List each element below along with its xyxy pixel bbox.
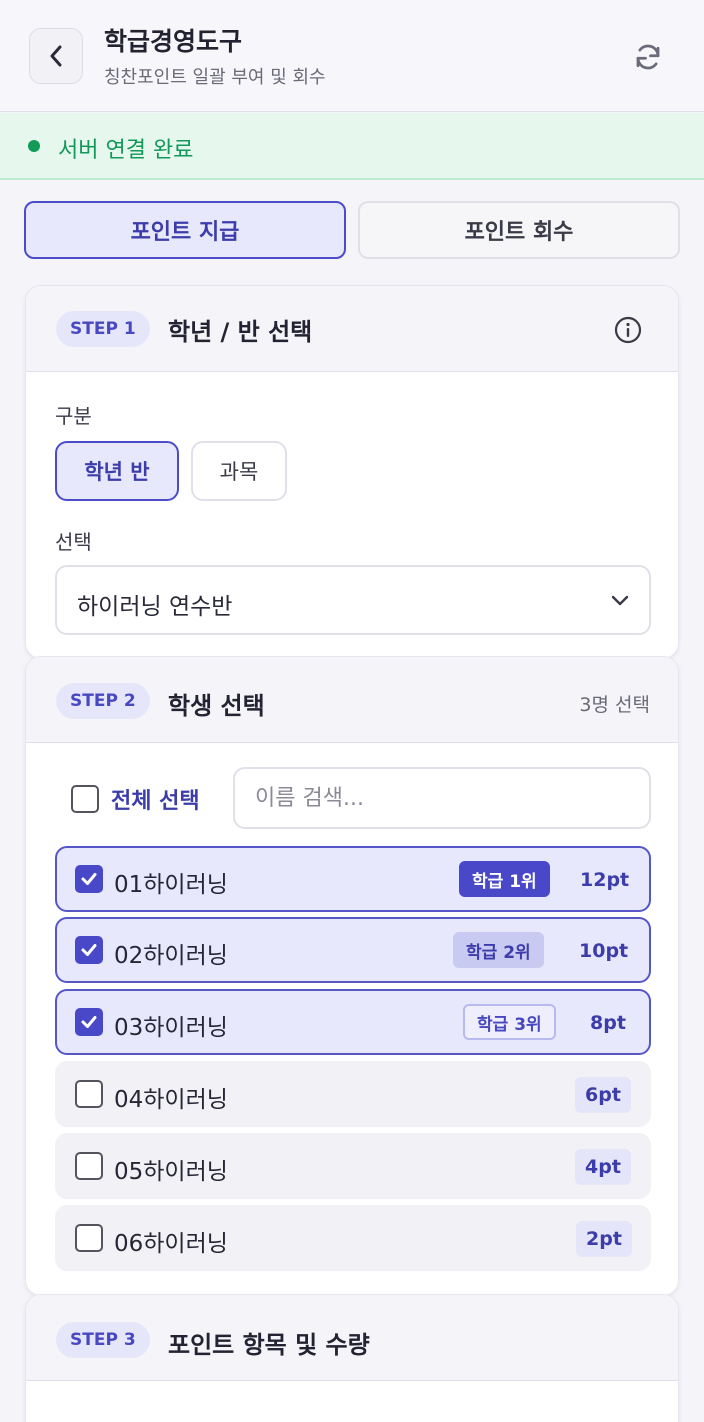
option-subject[interactable]: 과목 [191,441,287,501]
step2-pill: STEP 2 [56,683,150,719]
status-text: 서버 연결 완료 [58,138,194,163]
rank-badge: 학급 1위 [459,861,550,897]
points-value: 8pt [590,1012,626,1034]
info-icon[interactable] [614,316,642,344]
student-name: 05하이러닝 [114,1159,228,1185]
check-icon [81,1016,97,1028]
option-grade-class[interactable]: 학년 반 [55,441,179,501]
student-search-input[interactable] [233,767,651,829]
student-row[interactable]: 06하이러닝 2pt [55,1205,651,1271]
step2-header: STEP 2 학생 선택 3명 선택 [26,657,678,743]
connection-status-bar: 서버 연결 완료 [0,113,704,180]
chevron-left-icon [50,45,62,67]
student-checkbox[interactable] [75,1080,103,1108]
student-name: 01하이러닝 [114,872,228,898]
student-row[interactable]: 03하이러닝 학급 3위 8pt [55,989,651,1055]
points-value: 2pt [576,1221,632,1257]
check-icon [81,873,97,885]
step1-pill: STEP 1 [56,311,150,347]
page-subtitle: 칭찬포인트 일괄 부여 및 회수 [104,67,326,88]
step2-title: 학생 선택 [168,692,265,720]
step3-header: STEP 3 포인트 항목 및 수량 [26,1295,678,1381]
check-icon [81,944,97,956]
tab-give-points[interactable]: 포인트 지급 [24,201,346,259]
rank-badge: 학급 2위 [453,932,544,968]
page-title: 학급경영도구 [104,27,243,56]
rank-badge: 학급 3위 [463,1004,556,1040]
student-row[interactable]: 02하이러닝 학급 2위 10pt [55,917,651,983]
student-checkbox[interactable] [75,1008,103,1036]
student-checkbox[interactable] [75,1152,103,1180]
student-checkbox[interactable] [75,936,103,964]
student-row[interactable]: 04하이러닝 6pt [55,1061,651,1127]
student-row[interactable]: 01하이러닝 학급 1위 12pt [55,846,651,912]
student-name: 03하이러닝 [114,1015,228,1041]
select-label: 선택 [55,530,92,554]
class-select[interactable]: 하이러닝 연수반 [55,565,651,635]
student-row[interactable]: 05하이러닝 4pt [55,1133,651,1199]
class-select-value: 하이러닝 연수반 [77,594,233,620]
step1-card: STEP 1 학년 / 반 선택 구분 학년 반 과목 선택 하이러닝 연수반 [25,285,679,659]
refresh-button[interactable] [626,36,670,78]
student-checkbox[interactable] [75,1224,103,1252]
student-name: 06하이러닝 [114,1231,228,1257]
student-name: 04하이러닝 [114,1087,228,1113]
step2-card: STEP 2 학생 선택 3명 선택 전체 선택 01하이러닝 학급 1위 12… [25,656,679,1296]
category-label: 구분 [55,404,92,428]
selected-count: 3명 선택 [579,694,650,716]
student-name: 02하이러닝 [114,943,228,969]
status-dot-icon [28,140,40,152]
refresh-icon [636,44,660,70]
back-button[interactable] [29,28,83,84]
step3-title: 포인트 항목 및 수량 [168,1331,370,1359]
chevron-down-icon [611,595,629,606]
step1-header: STEP 1 학년 / 반 선택 [26,286,678,372]
student-checkbox[interactable] [75,865,103,893]
tab-revoke-points[interactable]: 포인트 회수 [358,201,680,259]
app-header: 학급경영도구 칭찬포인트 일괄 부여 및 회수 [0,0,704,112]
step3-pill: STEP 3 [56,1322,150,1358]
select-all-label[interactable]: 전체 선택 [111,783,200,815]
step3-card: STEP 3 포인트 항목 및 수량 [25,1294,679,1422]
points-value: 6pt [575,1077,631,1113]
points-value: 12pt [580,869,630,891]
step1-title: 학년 / 반 선택 [168,318,313,346]
points-value: 4pt [575,1149,631,1185]
points-value: 10pt [579,940,629,962]
select-all-checkbox[interactable] [71,785,99,813]
